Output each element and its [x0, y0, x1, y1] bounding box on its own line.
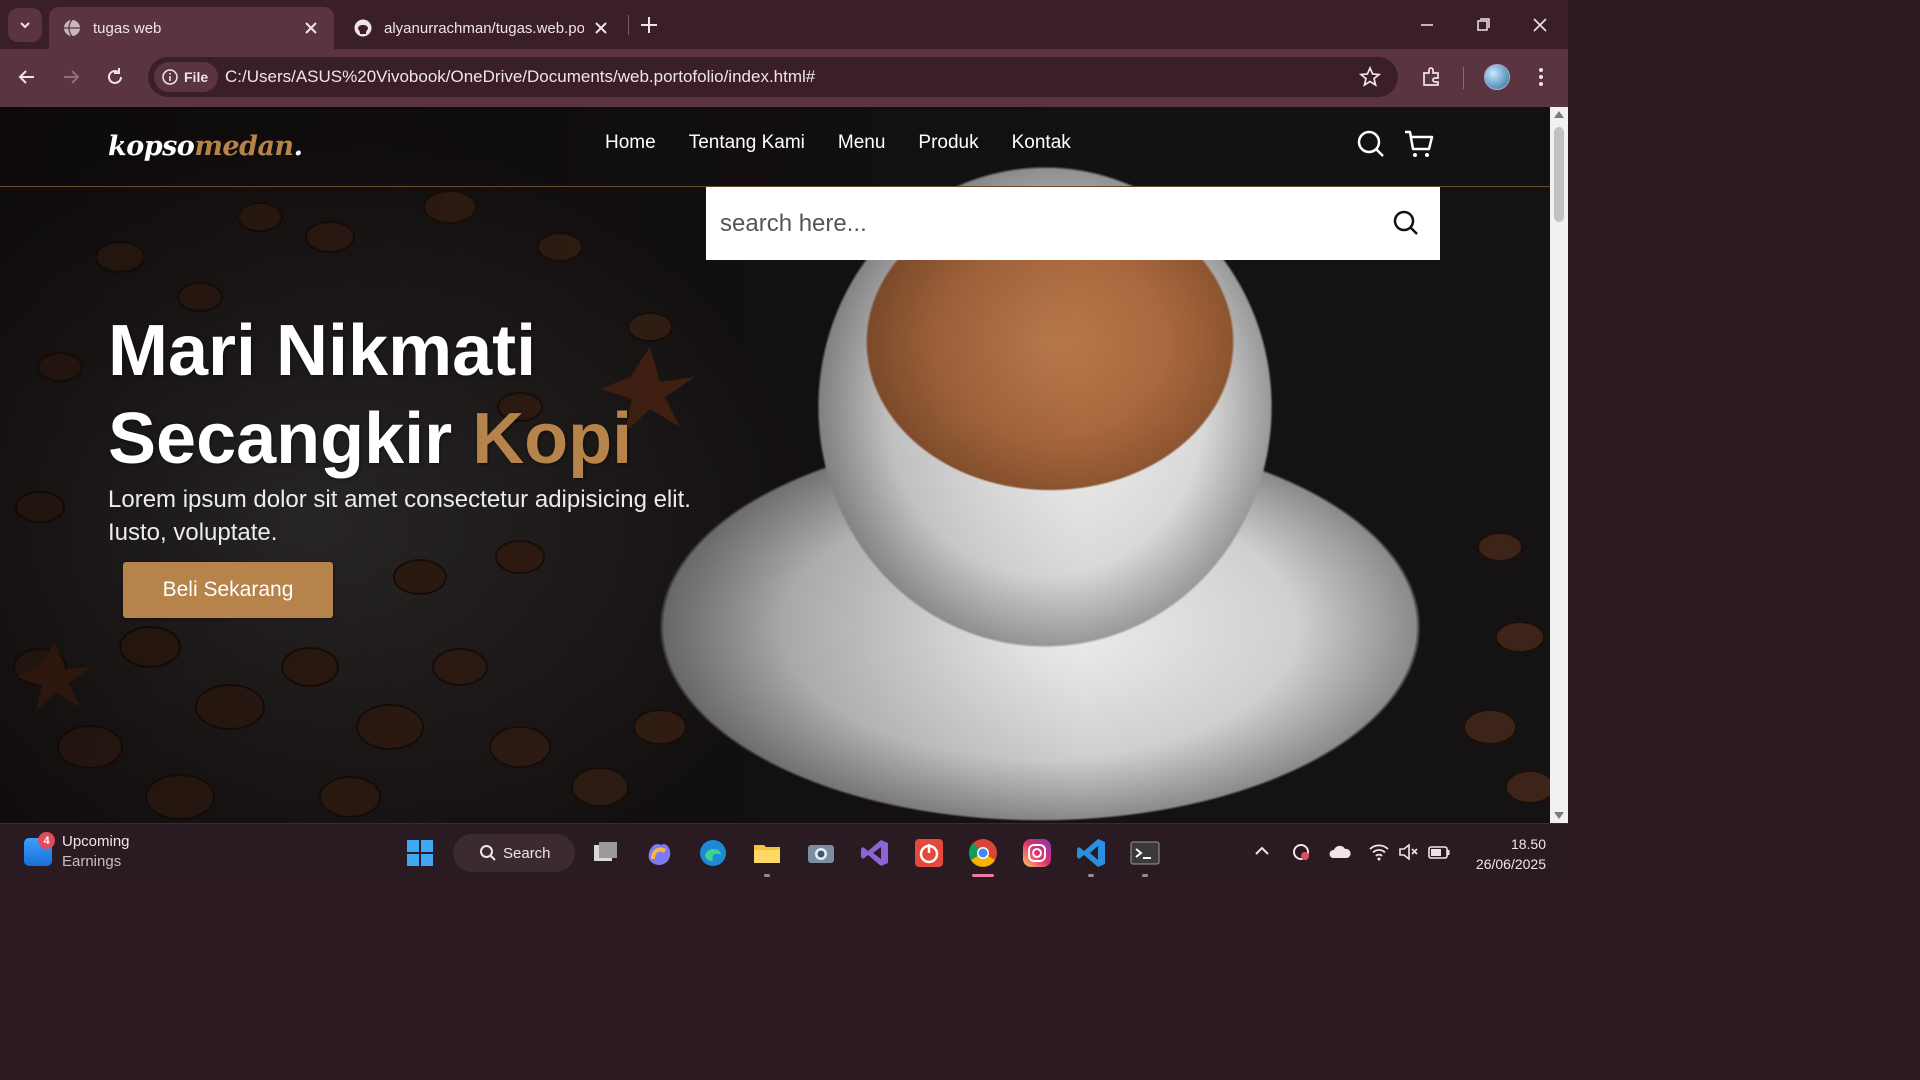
- site-logo[interactable]: kopsomedan.: [108, 131, 303, 162]
- chip-label: File: [184, 69, 209, 85]
- instagram-icon[interactable]: [1021, 837, 1053, 869]
- bookmark-star-icon[interactable]: [1358, 65, 1382, 89]
- weather-widget[interactable]: 4 Upcoming Earnings: [24, 832, 130, 872]
- site-info-chip[interactable]: File: [154, 62, 219, 92]
- nav-link-kontak[interactable]: Kontak: [1012, 132, 1071, 154]
- file-explorer-icon[interactable]: [751, 837, 783, 869]
- search-submit-icon[interactable]: [1392, 209, 1420, 237]
- hero-title-line-2a: Secangkir: [108, 399, 473, 479]
- hero-title-line-1: Mari Nikmati: [108, 311, 537, 391]
- system-clock[interactable]: 18.50 26/06/2025: [1466, 834, 1546, 874]
- clock-time: 18.50: [1510, 836, 1546, 852]
- onedrive-cloud-icon[interactable]: [1328, 841, 1352, 863]
- terminal-icon[interactable]: [1129, 837, 1161, 869]
- nav-link-tentang-kami[interactable]: Tentang Kami: [689, 132, 805, 154]
- page-viewport: kopsomedan. Home Tentang Kami Menu Produ…: [0, 107, 1550, 823]
- taskbar-search-button[interactable]: Search: [453, 834, 575, 872]
- forward-arrow-icon[interactable]: [58, 64, 84, 90]
- hero-title-highlight: Kopi: [472, 399, 633, 479]
- tab-search-button[interactable]: [8, 8, 42, 42]
- sync-app-icon[interactable]: [1290, 841, 1312, 863]
- page-scrollbar[interactable]: [1550, 107, 1568, 823]
- edge-browser-icon[interactable]: [697, 837, 729, 869]
- copilot-icon[interactable]: [643, 837, 675, 869]
- toolbar-separator: [1463, 67, 1464, 89]
- battery-icon[interactable]: [1427, 841, 1451, 863]
- more-options-icon[interactable]: [1528, 64, 1554, 90]
- notification-badge: 4: [38, 832, 55, 849]
- tab-github[interactable]: alyanurrachman/tugas.web.port: [340, 7, 624, 49]
- running-indicator: [1088, 874, 1094, 877]
- task-view-icon[interactable]: [589, 837, 621, 869]
- site-navbar: kopsomedan. Home Tentang Kami Menu Produ…: [0, 107, 1550, 187]
- wifi-icon[interactable]: [1368, 841, 1390, 863]
- visual-studio-icon[interactable]: [859, 837, 891, 869]
- tab-separator: [628, 15, 629, 35]
- github-icon: [354, 19, 372, 37]
- search-label: Search: [503, 844, 551, 862]
- buy-now-button[interactable]: Beli Sekarang: [123, 562, 333, 618]
- power-app-icon[interactable]: [913, 837, 945, 869]
- globe-icon: [64, 19, 80, 37]
- close-icon[interactable]: [302, 19, 320, 37]
- minimize-icon[interactable]: [1414, 12, 1440, 38]
- speaker-muted-icon[interactable]: [1397, 841, 1419, 863]
- chrome-icon[interactable]: [967, 837, 999, 869]
- stocks-widget-icon: 4: [24, 832, 55, 866]
- chevron-up-icon[interactable]: [1252, 841, 1272, 861]
- nav-links: Home Tentang Kami Menu Produk Kontak: [605, 132, 1071, 154]
- running-indicator: [1142, 874, 1148, 877]
- close-window-icon[interactable]: [1527, 12, 1553, 38]
- tab-label: alyanurrachman/tugas.web.port: [384, 19, 584, 37]
- hero-description: Lorem ipsum dolor sit amet consectetur a…: [108, 486, 691, 546]
- tab-label: tugas web: [93, 19, 162, 37]
- scroll-thumb[interactable]: [1554, 127, 1564, 222]
- search-icon[interactable]: [1356, 129, 1386, 159]
- hero-title: Mari Nikmati Secangkir Kopi: [108, 307, 632, 483]
- clock-date: 26/06/2025: [1475, 856, 1546, 872]
- active-indicator: [972, 874, 994, 877]
- nav-link-home[interactable]: Home: [605, 132, 656, 154]
- address-bar[interactable]: File C:/Users/ASUS%20Vivobook/OneDrive/D…: [148, 57, 1398, 97]
- widget-subtitle: Earnings: [62, 853, 122, 870]
- scroll-up-arrow[interactable]: [1554, 111, 1564, 118]
- shopping-cart-icon[interactable]: [1404, 129, 1434, 159]
- info-icon: [162, 69, 178, 85]
- scroll-down-arrow[interactable]: [1554, 812, 1564, 819]
- chevron-down-icon: [20, 22, 30, 29]
- back-arrow-icon[interactable]: [14, 64, 40, 90]
- vscode-icon[interactable]: [1075, 837, 1107, 869]
- search-form: [706, 187, 1440, 260]
- profile-avatar[interactable]: [1484, 64, 1510, 90]
- extensions-icon[interactable]: [1419, 64, 1445, 90]
- logo-part-2: medan: [194, 131, 294, 162]
- reload-icon[interactable]: [102, 64, 128, 90]
- windows-taskbar: 4 Upcoming Earnings Search 18.50 26/06/2…: [0, 823, 1568, 882]
- nav-link-produk[interactable]: Produk: [918, 132, 978, 154]
- camera-icon[interactable]: [805, 837, 837, 869]
- nav-link-menu[interactable]: Menu: [838, 132, 886, 154]
- logo-part-1: kopso: [108, 131, 195, 162]
- running-indicator: [764, 874, 770, 877]
- search-input[interactable]: [720, 205, 1360, 243]
- toolbar: File C:/Users/ASUS%20Vivobook/OneDrive/D…: [0, 49, 1568, 107]
- url-text[interactable]: C:/Users/ASUS%20Vivobook/OneDrive/Docume…: [225, 67, 815, 87]
- windows-start-icon[interactable]: [404, 837, 436, 869]
- tab-strip: tugas web alyanurrachman/tugas.web.port: [0, 0, 1568, 49]
- tab-tugas-web[interactable]: tugas web: [49, 7, 334, 49]
- restore-icon[interactable]: [1470, 12, 1496, 38]
- widget-title: Upcoming: [62, 833, 130, 850]
- logo-dot: .: [293, 131, 303, 162]
- plus-icon[interactable]: [636, 12, 662, 38]
- search-icon: [480, 845, 496, 861]
- close-icon[interactable]: [592, 19, 610, 37]
